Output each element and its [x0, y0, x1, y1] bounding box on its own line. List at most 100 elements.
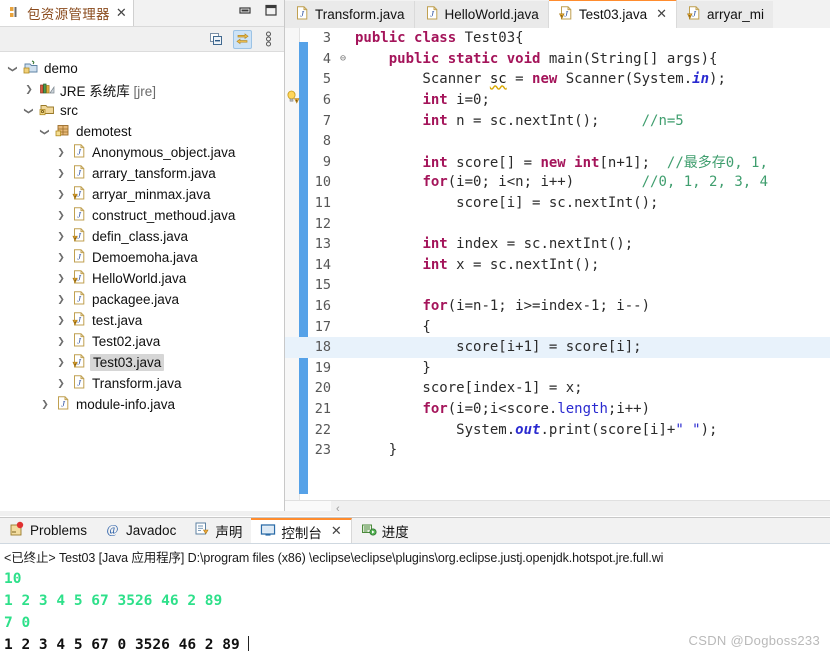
code-line: 16 for(i=n-1; i>=index-1; i--) — [285, 296, 830, 317]
code-text: int score[] = new int[n+1]; //最多存0, 1, — [422, 154, 768, 171]
tree-item-demoemoha-java[interactable]: ❯ J Demoemoha.java — [0, 247, 284, 268]
tree-item-label: module-info.java — [76, 397, 176, 412]
chevron-right-icon[interactable]: ❯ — [54, 356, 68, 370]
tree-item-suffix: [jre] — [129, 83, 157, 99]
chevron-down-icon[interactable]: ❯ — [38, 125, 52, 139]
tree-item-arrary-tansform-java[interactable]: ❯ Jarrary_tansform.java — [0, 163, 284, 184]
chevron-right-icon[interactable]: ❯ — [54, 293, 68, 307]
code-lines: 3 public class Test03{4 ⊖ public static vo… — [285, 28, 830, 516]
fold-collapse-icon[interactable]: ⊖ — [337, 53, 349, 64]
console-tab-进度[interactable]: 进度 — [352, 518, 418, 543]
editor-tab-label: Transform.java — [315, 7, 405, 22]
chevron-right-icon[interactable]: ❯ — [22, 83, 36, 97]
java-file-warning-icon: J — [71, 353, 87, 372]
tree-item-label: Demoemoha.java — [92, 250, 198, 265]
chevron-down-icon[interactable]: ❯ — [6, 62, 20, 76]
tree-item-demotest[interactable]: ❯ demotest — [0, 121, 284, 142]
link-with-editor-icon[interactable] — [233, 29, 252, 49]
problems-icon — [9, 521, 25, 540]
editor-tab-transform-java[interactable]: J Transform.java — [285, 1, 415, 28]
code-text: System.out.print(score[i]+" "); — [355, 421, 718, 438]
code-text: for(i=0; i<n; i++) //0, 1, 2, 3, 4 — [422, 174, 769, 191]
console-tab-控制台[interactable]: 控制台 ✕ — [251, 518, 352, 543]
panel-separator[interactable] — [0, 511, 830, 516]
code-line: 11 score[i] = sc.nextInt(); — [285, 193, 830, 214]
console-line-text: 7 0 — [4, 615, 31, 631]
chevron-right-icon[interactable]: ❯ — [54, 146, 68, 160]
code-line: 17 { — [285, 316, 830, 337]
java-file-warning-icon: J — [71, 311, 87, 330]
code-text: } — [355, 442, 398, 459]
chevron-right-icon[interactable]: ❯ — [54, 230, 68, 244]
console-icon — [260, 522, 276, 541]
console-tab-javadoc[interactable]: @ Javadoc — [96, 518, 185, 543]
minimize-icon[interactable] — [238, 5, 252, 20]
maximize-icon[interactable] — [264, 4, 278, 20]
tree-item-test03-java[interactable]: ❯ J Test03.java — [0, 352, 284, 373]
tree-item-module-info-java[interactable]: ❯ Jmodule-info.java — [0, 394, 284, 415]
project-tree[interactable]: ❯ demo ❯ JRE 系统库 [jre] ❯ src ❯ demotest ❯ J Anonym… — [0, 52, 284, 415]
console-tab-声明[interactable]: 声明 — [185, 518, 251, 543]
console-tab-problems[interactable]: Problems — [0, 518, 96, 543]
tree-item-label: src — [60, 103, 78, 118]
close-icon[interactable]: ✕ — [331, 525, 342, 538]
close-icon[interactable]: ✕ — [656, 8, 667, 21]
chevron-right-icon[interactable]: ❯ — [38, 398, 52, 412]
code-text: } — [355, 359, 431, 376]
editor-tab-test03-java[interactable]: J Test03.java ✕ — [548, 0, 678, 28]
tree-item-construct-methoud-java[interactable]: ❯ Jconstruct_methoud.java — [0, 205, 284, 226]
tree-item-label: JRE 系统库 [jre] — [60, 83, 157, 99]
editor-tab-label: HelloWorld.java — [444, 7, 539, 22]
code-line: 10 for(i=0; i<n; i++) //0, 1, 2, 3, 4 — [285, 172, 830, 193]
eclipse-window: 包资源管理器 ✕ ❯ demo ❯ JRE 系统库 [jre] ❯ src ❯ … — [0, 0, 830, 671]
tree-item-test-java[interactable]: ❯ Jtest.java — [0, 310, 284, 331]
console-line: 7 0 — [4, 612, 826, 634]
line-number: 16 — [314, 298, 331, 315]
line-number: 18 — [314, 339, 331, 356]
line-number: 3 — [322, 30, 331, 47]
view-menu-icon[interactable] — [259, 30, 278, 49]
tree-item-src[interactable]: ❯ src — [0, 100, 284, 121]
console-tab-label: Problems — [30, 523, 88, 538]
tab-package-explorer[interactable]: 包资源管理器 ✕ — [0, 0, 134, 26]
editor-tab-helloworld-java[interactable]: J HelloWorld.java — [414, 1, 549, 28]
chevron-right-icon[interactable]: ❯ — [54, 188, 68, 202]
tree-item-anonymous-object-java[interactable]: ❯ J Anonymous_object.java — [0, 142, 284, 163]
code-line: 5 Scanner sc = new Scanner(System.in); — [285, 69, 830, 90]
tree-item-label: HelloWorld.java — [92, 271, 187, 286]
editor-tab-arryar-mi[interactable]: Jarryar_mi — [677, 1, 774, 28]
collapse-all-icon[interactable] — [207, 30, 226, 49]
chevron-right-icon[interactable]: ❯ — [54, 251, 68, 265]
chevron-right-icon[interactable]: ❯ — [54, 272, 68, 286]
chevron-down-icon[interactable]: ❯ — [22, 104, 36, 118]
chevron-right-icon[interactable]: ❯ — [54, 167, 68, 181]
console-tab-label: 进度 — [381, 524, 409, 540]
tree-item-defin-class-java[interactable]: ❯ Jdefin_class.java — [0, 226, 284, 247]
java-file-icon: J — [71, 290, 87, 309]
tree-item-transform-java[interactable]: ❯ J Transform.java — [0, 373, 284, 394]
chevron-right-icon[interactable]: ❯ — [54, 335, 68, 349]
code-line: 14 int x = sc.nextInt(); — [285, 255, 830, 276]
tree-item-jre-[interactable]: ❯ JRE 系统库 [jre] — [0, 79, 284, 100]
chevron-right-icon[interactable]: ❯ — [54, 314, 68, 328]
close-icon[interactable]: ✕ — [116, 7, 127, 20]
code-line: 19 } — [285, 358, 830, 379]
code-text: score[i] = sc.nextInt(); — [355, 195, 659, 212]
tree-item-test02-java[interactable]: ❯ J Test02.java — [0, 331, 284, 352]
code-editor[interactable]: 3 public class Test03{4 ⊖ public static vo… — [285, 28, 830, 516]
tree-item-arryar-minmax-java[interactable]: ❯ Jarryar_minmax.java — [0, 184, 284, 205]
chevron-right-icon[interactable]: ❯ — [54, 377, 68, 391]
line-number: 10 — [314, 174, 331, 191]
java-file-icon: J — [71, 143, 87, 162]
console-line: 10 — [4, 568, 826, 590]
editor-tab-label: Test03.java — [578, 7, 648, 22]
line-number: 5 — [322, 71, 331, 88]
tree-item-packagee-java[interactable]: ❯ Jpackagee.java — [0, 289, 284, 310]
code-line: 4 ⊖ public static void main(String[] args… — [285, 49, 830, 70]
line-number: 6 — [322, 92, 331, 109]
tree-item-demo[interactable]: ❯ demo — [0, 58, 284, 79]
watermark: CSDN @Dogboss233 — [688, 633, 820, 648]
tree-item-helloworld-java[interactable]: ❯ J HelloWorld.java — [0, 268, 284, 289]
code-line: 22 System.out.print(score[i]+" "); — [285, 419, 830, 440]
chevron-right-icon[interactable]: ❯ — [54, 209, 68, 223]
